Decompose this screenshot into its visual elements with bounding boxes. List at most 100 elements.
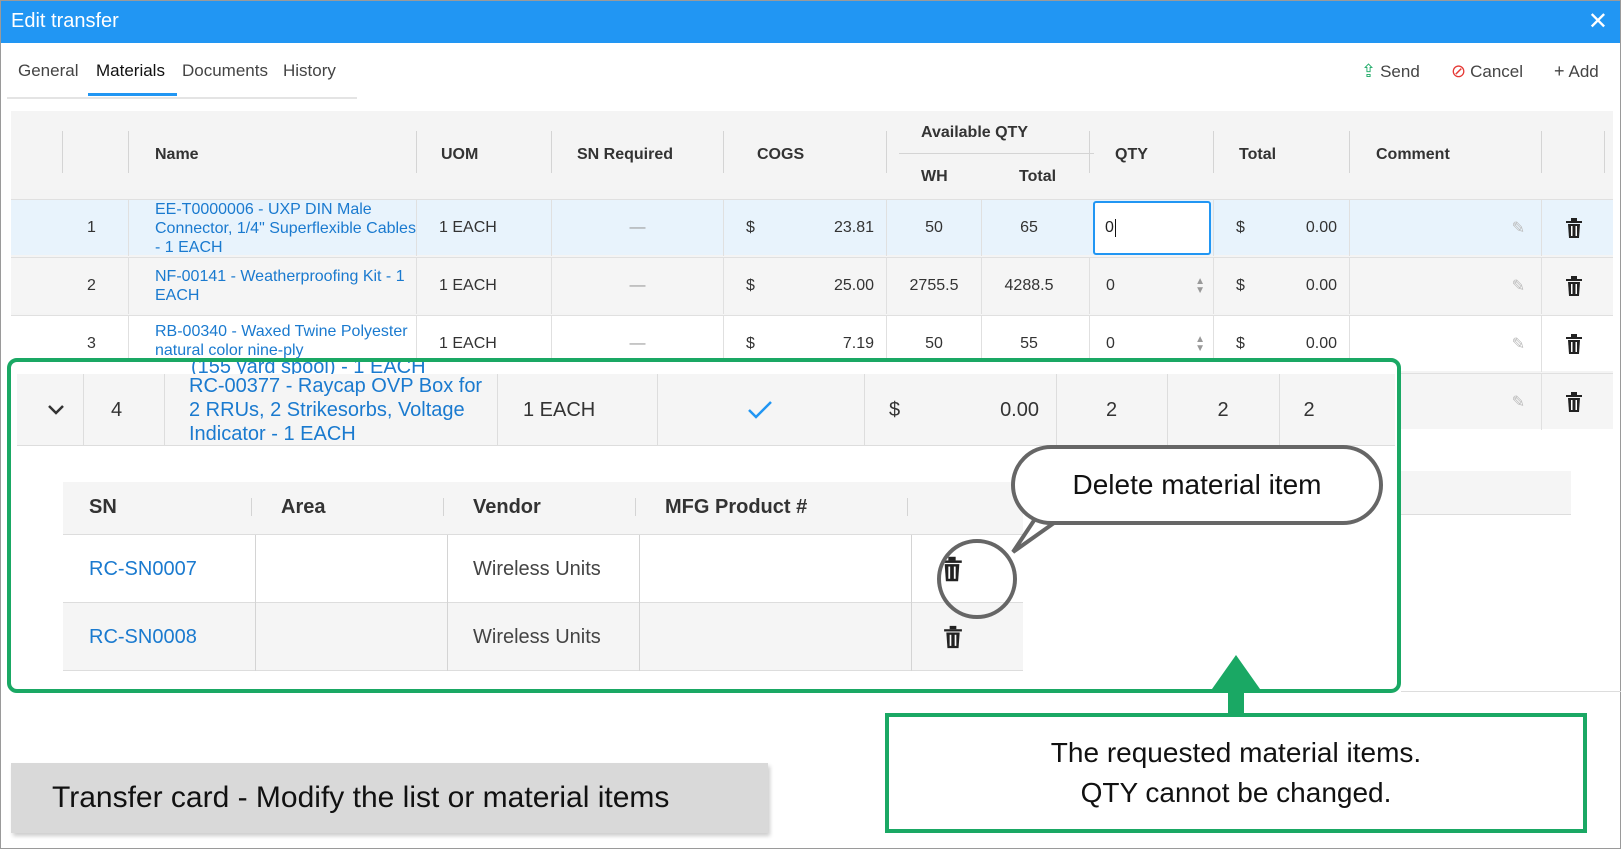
header-wh[interactable]: WH: [921, 168, 948, 186]
sn-required-cell: —: [629, 335, 646, 352]
wh-cell: 2: [1105, 398, 1118, 421]
sn-required-cell: —: [629, 219, 646, 236]
trash-icon: [944, 625, 962, 649]
cancel-button[interactable]: ⊘ Cancel: [1451, 61, 1523, 82]
avail-total-cell: 4288.5: [981, 258, 1076, 314]
edit-comment-icon[interactable]: ✎: [1512, 218, 1525, 238]
tab-history[interactable]: History: [283, 61, 336, 81]
avail-total-cell: 2: [1217, 398, 1229, 421]
trash-icon: [1565, 218, 1582, 238]
cogs-cell: 7.19: [842, 335, 874, 352]
row-number: 1: [87, 219, 96, 236]
cogs-cell: 25.00: [833, 277, 874, 294]
currency: $: [1236, 219, 1245, 236]
tab-general[interactable]: General: [18, 61, 78, 81]
edit-transfer-window: Edit transfer ✕ General Materials Docume…: [0, 0, 1621, 849]
row-number: 4: [111, 398, 123, 421]
material-link[interactable]: RB-00340 - Waxed Twine Polyester natural…: [155, 322, 416, 360]
header-comment[interactable]: Comment: [1376, 146, 1450, 164]
send-button[interactable]: ⇪ Send: [1361, 61, 1420, 82]
expanded-row[interactable]: 4 RC-00377 - Raycap OVP Box for 2 RRUs, …: [17, 374, 1395, 446]
sn-required-cell: —: [629, 277, 646, 294]
serial-row[interactable]: RC-SN0008 Wireless Units: [63, 603, 1023, 671]
edit-comment-icon[interactable]: ✎: [1512, 334, 1525, 354]
caption-label: Transfer card - Modify the list or mater…: [11, 763, 768, 833]
trash-icon: [1565, 392, 1582, 412]
header-uom[interactable]: UOM: [441, 146, 478, 164]
table-row[interactable]: 1 EE-T0000006 - UXP DIN Male Connector, …: [11, 199, 1613, 257]
currency: $: [1236, 335, 1245, 352]
qty-cell: 2: [1303, 398, 1315, 421]
row-number: 2: [87, 277, 96, 294]
vendor-cell: Wireless Units: [473, 557, 601, 580]
qty-input[interactable]: 0: [1093, 201, 1211, 255]
header-avail-total[interactable]: Total: [1019, 168, 1056, 186]
window-title: Edit transfer: [11, 10, 119, 32]
cogs-cell: 23.81: [833, 219, 874, 236]
sub-table-header: SN Area Vendor MFG Product #: [63, 482, 1023, 535]
header-sn-required[interactable]: SN Required: [577, 146, 673, 164]
tab-materials[interactable]: Materials: [96, 61, 165, 81]
send-label: Send: [1380, 62, 1420, 81]
stepper-icon[interactable]: ▲ ▼: [1195, 277, 1205, 296]
material-link[interactable]: NF-00141 - Weatherproofing Kit - 1 EACH: [155, 267, 416, 305]
chevron-down-icon[interactable]: [47, 374, 65, 446]
stepper-icon[interactable]: ▲ ▼: [1195, 335, 1205, 354]
header-cogs[interactable]: COGS: [757, 146, 804, 164]
qty-input[interactable]: 0 ▲ ▼: [1089, 258, 1213, 314]
qty-value: 0: [1105, 219, 1114, 236]
arrow-up-icon: [1212, 655, 1260, 715]
delete-row-button[interactable]: [1541, 258, 1605, 314]
currency: $: [1236, 277, 1245, 294]
callout-line-1: The requested material items.: [1050, 737, 1422, 768]
serial-row[interactable]: RC-SN0007 Wireless Units: [63, 535, 1023, 603]
header-total[interactable]: Total: [1239, 146, 1276, 164]
trash-icon: [1565, 334, 1582, 354]
qty-value: 0: [1106, 277, 1115, 294]
wh-cell: 50: [886, 200, 981, 256]
material-link[interactable]: RC-00377 - Raycap OVP Box for 2 RRUs, 2 …: [189, 374, 489, 446]
delete-row-button[interactable]: [1541, 316, 1605, 372]
currency: $: [746, 335, 755, 352]
cogs-cell: 0.00: [1000, 398, 1039, 421]
highlight-circle: [937, 539, 1017, 619]
callout-line-2: QTY cannot be changed.: [1080, 777, 1392, 808]
header-qty[interactable]: QTY: [1115, 146, 1148, 164]
active-tab-indicator: [88, 93, 177, 96]
serial-link[interactable]: RC-SN0008: [89, 627, 197, 647]
title-bar: Edit transfer ✕: [1, 1, 1620, 43]
close-icon[interactable]: ✕: [1588, 7, 1608, 36]
serial-link[interactable]: RC-SN0007: [89, 559, 197, 579]
header-area[interactable]: Area: [281, 496, 325, 519]
send-icon: ⇪: [1361, 61, 1377, 81]
tab-documents[interactable]: Documents: [182, 61, 268, 81]
total-cell: 0.00: [1305, 335, 1337, 352]
header-mfg-product[interactable]: MFG Product #: [665, 496, 807, 519]
header-name[interactable]: Name: [155, 146, 199, 164]
header-sn[interactable]: SN: [89, 496, 117, 519]
wh-cell: 2755.5: [886, 258, 981, 314]
delete-row-button[interactable]: [1541, 200, 1605, 256]
qty-value: 0: [1106, 335, 1115, 352]
add-button[interactable]: + Add: [1554, 61, 1599, 82]
requested-items-callout: The requested material items. QTY cannot…: [885, 713, 1587, 833]
table-row[interactable]: 2 NF-00141 - Weatherproofing Kit - 1 EAC…: [11, 257, 1613, 314]
tab-bar: General Materials Documents History: [7, 43, 357, 99]
uom-cell: 1 EACH: [416, 258, 551, 314]
total-cell: 0.00: [1305, 219, 1337, 236]
delete-row-button[interactable]: [1541, 374, 1605, 430]
trash-icon: [1565, 276, 1582, 296]
add-label: Add: [1568, 62, 1599, 81]
uom-cell: 1 EACH: [523, 398, 596, 421]
material-link[interactable]: EE-T0000006 - UXP DIN Male Connector, 1/…: [155, 200, 416, 257]
total-cell: 0.00: [1305, 277, 1337, 294]
expanded-material-zoom: (155 yard spool) - 1 EACH 4 RC-00377 - R…: [7, 358, 1401, 693]
header-vendor[interactable]: Vendor: [473, 496, 541, 519]
check-icon: [747, 374, 773, 446]
currency: $: [746, 219, 755, 236]
currency: $: [889, 398, 901, 421]
uom-cell: 1 EACH: [416, 200, 551, 256]
edit-comment-icon[interactable]: ✎: [1512, 276, 1525, 296]
cancel-icon: ⊘: [1451, 61, 1467, 81]
edit-comment-icon[interactable]: ✎: [1512, 392, 1525, 412]
